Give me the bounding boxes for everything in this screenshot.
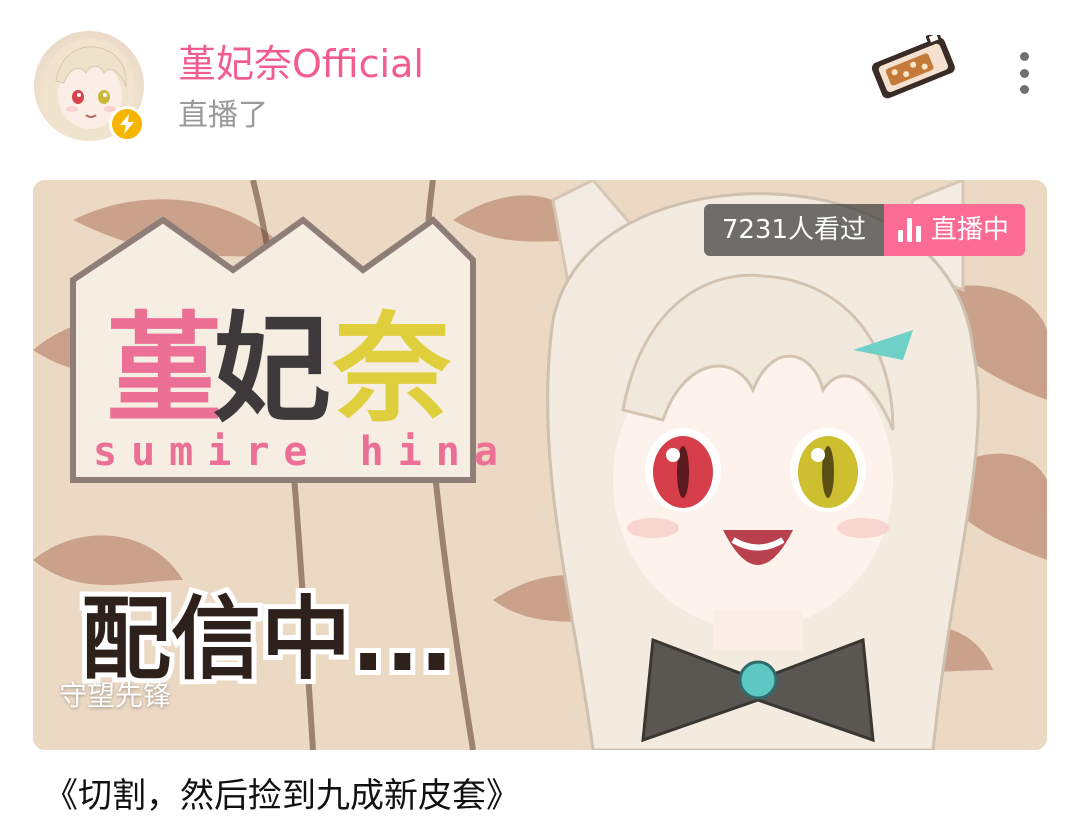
cover-caption: 配信中... xyxy=(81,587,454,692)
cover-artwork: 堇 妃 奈 sumire hina 配信中... xyxy=(33,180,1047,750)
live-cover[interactable]: 堇 妃 奈 sumire hina 配信中... 7231人看过 直播中 守望先… xyxy=(33,180,1047,750)
more-dot xyxy=(1019,85,1029,94)
logo-char-3: 奈 xyxy=(332,300,451,438)
logo-char-1: 堇 xyxy=(105,300,223,438)
post-action-label: 直播了 xyxy=(178,98,268,133)
stream-title[interactable]: 《切割，然后捡到九成新皮套》 xyxy=(44,772,520,820)
user-name[interactable]: 堇妃奈Official xyxy=(178,40,424,88)
more-dot xyxy=(1019,52,1029,61)
live-status-badge: 直播中 xyxy=(883,204,1025,256)
lightning-bolt-icon xyxy=(112,109,142,139)
view-count: 7231人看过 xyxy=(703,204,884,256)
verified-badge xyxy=(109,106,145,142)
more-dot xyxy=(1019,68,1029,78)
pixel-bread-tray-icon[interactable] xyxy=(866,31,960,99)
stats-badge: 7231人看过 直播中 xyxy=(703,204,1025,256)
dynamic-card: 堇妃奈Official 直播了 堇 妃 奈 sumire hina 配信中...… xyxy=(0,0,1080,833)
avatar-container[interactable] xyxy=(34,31,145,142)
more-vertical-icon[interactable] xyxy=(1004,46,1044,100)
logo-subtitle: sumire hina xyxy=(93,429,512,475)
signal-bars-icon xyxy=(897,218,921,242)
live-label: 直播中 xyxy=(930,215,1009,245)
logo-char-2: 妃 xyxy=(213,300,331,438)
anime-character-illustration xyxy=(546,180,980,750)
game-category: 守望先锋 xyxy=(59,679,172,712)
